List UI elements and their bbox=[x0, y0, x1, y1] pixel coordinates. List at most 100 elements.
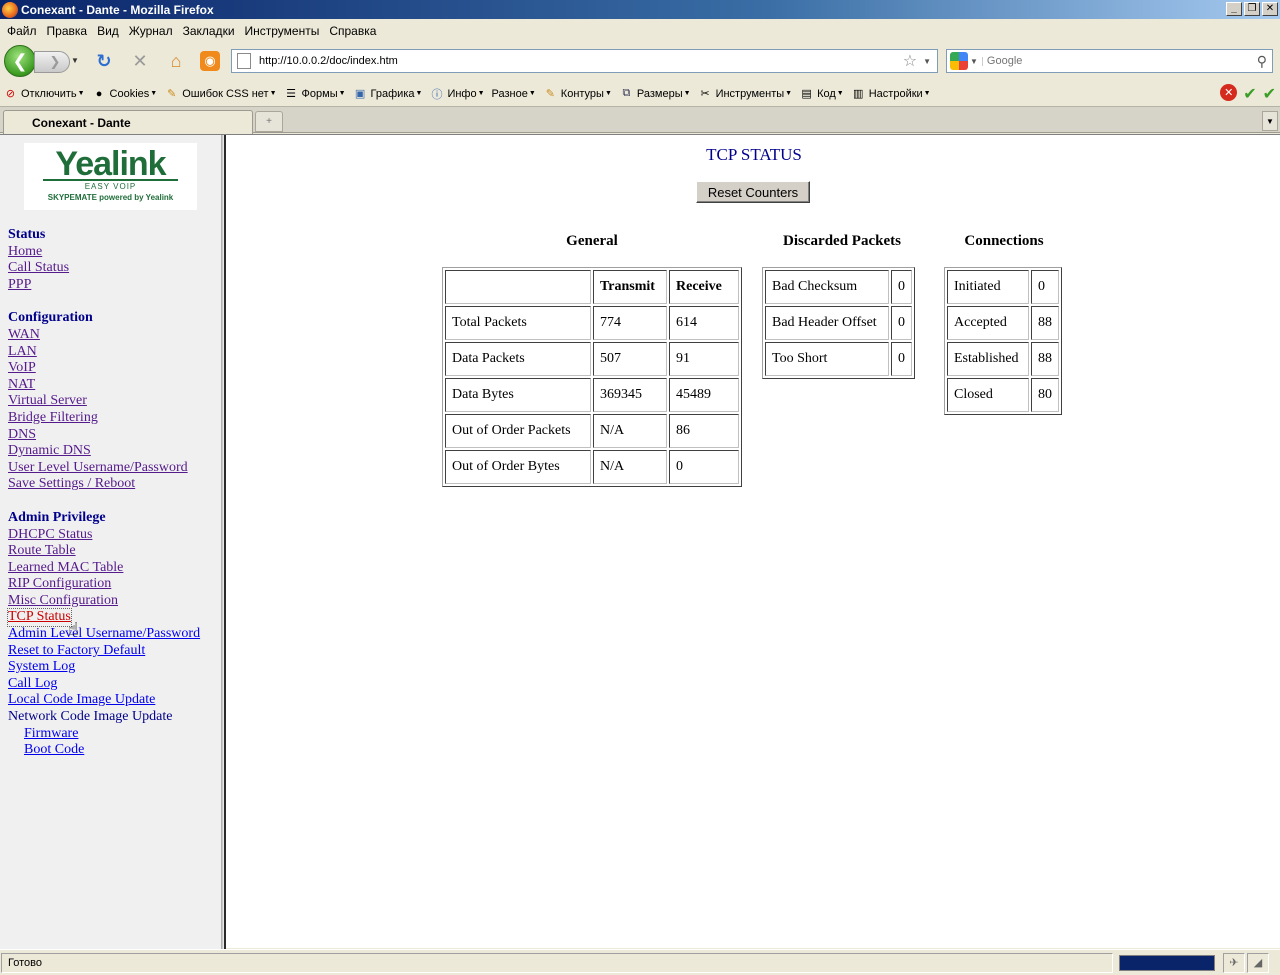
firefox-icon bbox=[2, 1, 18, 18]
new-tab-button[interactable]: + bbox=[255, 111, 283, 132]
dev-source[interactable]: ▤ Код ▼ bbox=[799, 86, 843, 101]
link-tcp-status[interactable]: TCP Status bbox=[7, 608, 72, 628]
dev-status-icons: ✕ ✔ ✔ bbox=[1220, 84, 1276, 104]
sidebar-menu: Status Home Call Status PPP Configuratio… bbox=[7, 227, 200, 759]
dev-cookies[interactable]: ● Cookies ▼ bbox=[92, 86, 158, 101]
close-button[interactable]: ✕ bbox=[1262, 2, 1278, 16]
link-call-log[interactable]: Call Log bbox=[8, 676, 200, 693]
link-virtual-server[interactable]: Virtual Server bbox=[8, 393, 200, 410]
row-label: Out of Order Packets bbox=[445, 414, 591, 448]
link-system-log[interactable]: System Log bbox=[8, 659, 200, 676]
table-row: Total Packets 774 614 bbox=[445, 306, 739, 340]
table-row: Out of Order Bytes N/A 0 bbox=[445, 450, 739, 484]
search-icon[interactable]: ⚲ bbox=[1257, 53, 1267, 70]
url-input[interactable] bbox=[259, 55, 903, 67]
dev-outline[interactable]: ✎ Контуры ▼ bbox=[543, 86, 612, 101]
addon-status-icon[interactable]: ✈ bbox=[1223, 952, 1245, 973]
dev-disable[interactable]: ⊘ Отключить ▼ bbox=[3, 86, 85, 101]
column-header bbox=[445, 270, 591, 304]
check-icon[interactable]: ✔ bbox=[1243, 84, 1256, 104]
page-icon bbox=[237, 53, 251, 69]
dev-misc[interactable]: Разное ▼ bbox=[492, 88, 536, 100]
link-voip[interactable]: VoIP bbox=[8, 360, 200, 377]
person-icon: ● bbox=[95, 87, 103, 100]
dev-css[interactable]: ✎ Ошибок CSS нет ▼ bbox=[164, 86, 276, 101]
rss-icon[interactable]: ◉ bbox=[200, 51, 220, 71]
link-dns[interactable]: DNS bbox=[8, 427, 200, 444]
link-save-reboot[interactable]: Save Settings / Reboot bbox=[8, 476, 200, 493]
link-reset-factory[interactable]: Reset to Factory Default bbox=[8, 643, 200, 660]
menu-view[interactable]: Вид bbox=[92, 24, 124, 38]
row-value: 0 bbox=[1031, 270, 1059, 304]
link-call-status[interactable]: Call Status bbox=[8, 260, 200, 277]
link-lan[interactable]: LAN bbox=[8, 344, 200, 361]
resize-icon: ⧉ bbox=[622, 87, 631, 99]
menu-file[interactable]: Файл bbox=[2, 24, 42, 38]
link-wan[interactable]: WAN bbox=[8, 327, 200, 344]
link-firmware[interactable]: Firmware bbox=[8, 726, 200, 743]
google-icon[interactable] bbox=[950, 52, 968, 70]
forward-button[interactable]: ❯ bbox=[34, 51, 70, 73]
link-local-code-update[interactable]: Local Code Image Update bbox=[8, 692, 200, 709]
maximize-button[interactable]: ❐ bbox=[1244, 2, 1260, 16]
link-nat[interactable]: NAT bbox=[8, 377, 200, 394]
dev-forms[interactable]: ☰ Формы ▼ bbox=[284, 86, 345, 101]
menu-bookmarks[interactable]: Закладки bbox=[178, 24, 240, 38]
history-dropdown-icon[interactable]: ▼ bbox=[71, 56, 79, 65]
link-user-level-password[interactable]: User Level Username/Password bbox=[8, 460, 200, 477]
menu-edit[interactable]: Правка bbox=[42, 24, 93, 38]
reset-counters-button[interactable]: Reset Counters bbox=[696, 181, 810, 203]
url-bar[interactable]: ☆ ▼ bbox=[231, 49, 938, 73]
receive-value: 614 bbox=[669, 306, 739, 340]
general-heading: General bbox=[566, 233, 618, 249]
dev-images[interactable]: ▣ Графика ▼ bbox=[353, 86, 423, 101]
search-bar[interactable]: ▼ ⚲ bbox=[946, 49, 1273, 73]
row-label: Out of Order Bytes bbox=[445, 450, 591, 484]
link-boot-code[interactable]: Boot Code bbox=[8, 742, 200, 759]
link-ppp[interactable]: PPP bbox=[8, 277, 200, 294]
tab-list-icon[interactable]: ▼ bbox=[1262, 111, 1278, 131]
info-icon: ⓘ bbox=[431, 88, 443, 101]
dev-info[interactable]: ⓘ Инфо ▼ bbox=[429, 86, 484, 101]
stop-icon[interactable]: ✕ bbox=[128, 49, 152, 73]
link-misc-config[interactable]: Misc Configuration bbox=[8, 593, 200, 610]
menu-history[interactable]: Журнал bbox=[124, 24, 178, 38]
tab-conexant-dante[interactable]: Conexant - Dante bbox=[3, 110, 253, 134]
transmit-value: 369345 bbox=[593, 378, 667, 412]
configuration-heading: Configuration bbox=[8, 310, 93, 326]
link-bridge-filtering[interactable]: Bridge Filtering bbox=[8, 410, 200, 427]
transmit-value: N/A bbox=[593, 450, 667, 484]
search-engine-dropdown-icon[interactable]: ▼ bbox=[970, 56, 983, 66]
feed-status-icon[interactable]: ◢ bbox=[1247, 952, 1269, 973]
dev-resize[interactable]: ⧉ Размеры ▼ bbox=[619, 86, 690, 101]
link-route-table[interactable]: Route Table bbox=[8, 543, 200, 560]
url-dropdown-icon[interactable]: ▼ bbox=[923, 57, 931, 66]
link-home[interactable]: Home bbox=[8, 244, 200, 261]
link-learned-mac[interactable]: Learned MAC Table bbox=[8, 560, 200, 577]
row-value: 88 bbox=[1031, 342, 1059, 376]
minimize-button[interactable]: _ bbox=[1226, 2, 1242, 16]
search-input[interactable] bbox=[986, 55, 1257, 67]
menu-help[interactable]: Справка bbox=[324, 24, 381, 38]
link-rip-config[interactable]: RIP Configuration bbox=[8, 576, 200, 593]
table-row: Closed 80 bbox=[947, 378, 1059, 412]
link-dhcpc-status[interactable]: DHCPC Status bbox=[8, 527, 200, 544]
menu-bar: Файл Правка Вид Журнал Закладки Инструме… bbox=[0, 20, 1280, 41]
table-row: Initiated 0 bbox=[947, 270, 1059, 304]
menu-tools[interactable]: Инструменты bbox=[240, 24, 325, 38]
window-title: Conexant - Dante - Mozilla Firefox bbox=[21, 2, 214, 17]
dev-options[interactable]: ▥ Настройки ▼ bbox=[851, 86, 931, 101]
link-dynamic-dns[interactable]: Dynamic DNS bbox=[8, 443, 200, 460]
row-label: Data Packets bbox=[445, 342, 591, 376]
check-icon-2[interactable]: ✔ bbox=[1263, 84, 1276, 104]
link-admin-level-password[interactable]: Admin Level Username/Password bbox=[8, 626, 200, 643]
error-icon[interactable]: ✕ bbox=[1220, 84, 1238, 101]
dev-tools[interactable]: ✂ Инструменты ▼ bbox=[698, 86, 792, 101]
bookmark-star-icon[interactable]: ☆ bbox=[903, 51, 917, 71]
frame-divider[interactable] bbox=[222, 135, 226, 949]
home-icon[interactable]: ⌂ bbox=[164, 49, 188, 73]
reload-icon[interactable]: ↻ bbox=[92, 49, 116, 73]
document-icon: ▤ bbox=[801, 88, 812, 100]
row-value: 0 bbox=[891, 342, 912, 376]
back-button[interactable]: ❮ bbox=[4, 45, 36, 77]
